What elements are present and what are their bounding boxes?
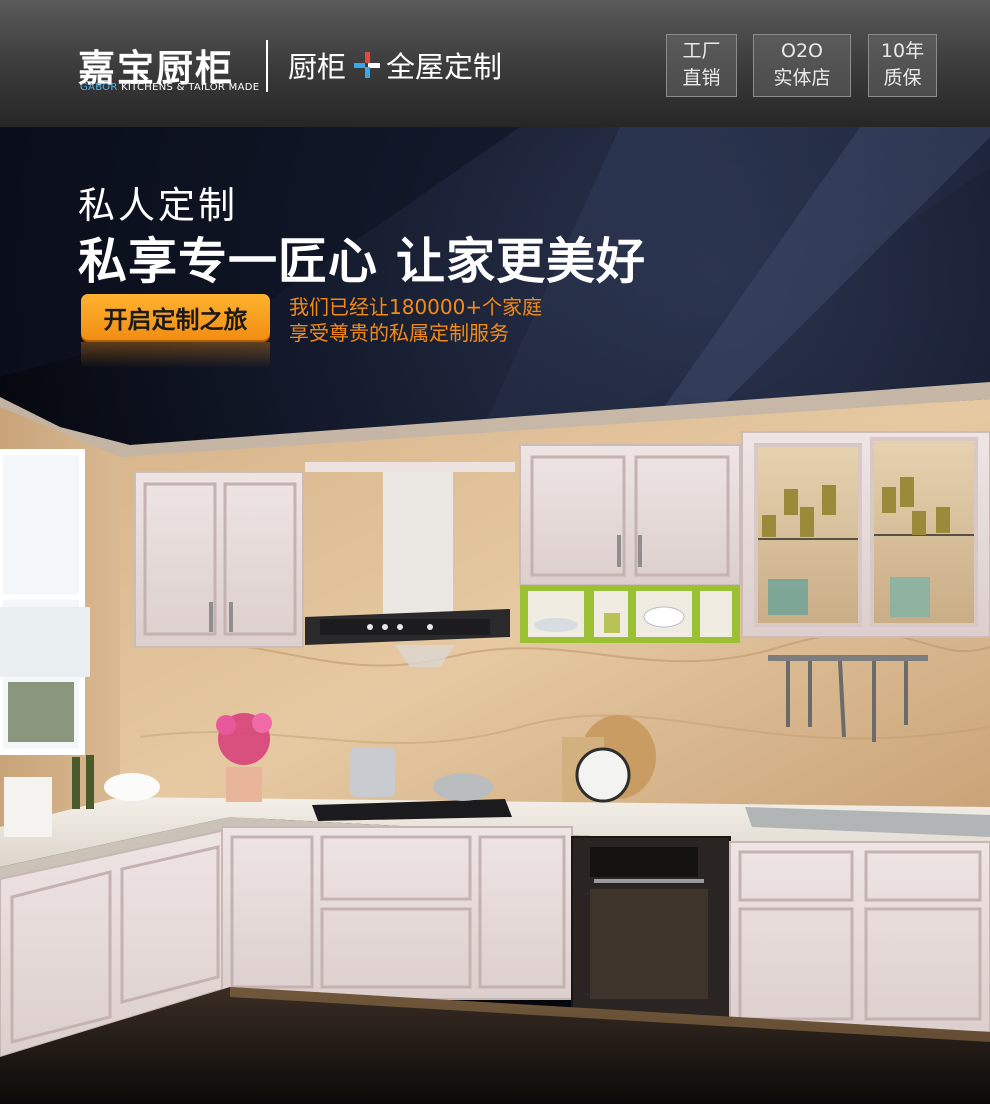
badge-line: 工厂: [682, 40, 721, 62]
description-line: 享受尊贵的私属定制服务: [289, 321, 509, 345]
logo-divider: [266, 40, 268, 92]
cta-reflection: [81, 342, 270, 368]
plus-icon: [354, 52, 381, 78]
hero-description: 我们已经让180000+个家庭 享受尊贵的私属定制服务: [289, 294, 542, 346]
hero-banner: 私人定制 私享专一匠心 让家更美好 开启定制之旅 我们已经让180000+个家庭…: [0, 127, 990, 1104]
badge-line: 直销: [682, 67, 721, 89]
brand-logo-subtitle: GABÖR KITCHENS & TAILOR MADE: [80, 82, 259, 93]
header-tagline: 厨柜 全屋定制: [288, 45, 502, 85]
hero-headline: 私享专一匠心 让家更美好: [78, 233, 647, 290]
tagline-whole-house: 全屋定制: [386, 50, 503, 84]
badge-line: 质保: [883, 67, 922, 89]
badge-warranty: 10年 质保: [868, 34, 937, 97]
description-line: 我们已经让180000+个家庭: [289, 295, 543, 319]
site-header: 嘉宝厨柜 GABÖR KITCHENS & TAILOR MADE 厨柜 全屋定…: [0, 0, 990, 127]
badge-o2o-store: O2O 实体店: [753, 34, 851, 97]
badge-line: O2O: [781, 40, 823, 62]
badge-line: 10年: [880, 40, 925, 62]
brand-logo-en-rest: KITCHENS & TAILOR MADE: [117, 82, 260, 93]
badge-line: 实体店: [773, 67, 831, 89]
brand-logo-en-name: GABÖR: [80, 82, 118, 93]
hero-kicker: 私人定制: [78, 184, 238, 227]
badge-factory-direct: 工厂 直销: [666, 34, 737, 97]
start-customization-button[interactable]: 开启定制之旅: [81, 294, 270, 340]
tagline-kitchen: 厨柜: [288, 50, 347, 84]
